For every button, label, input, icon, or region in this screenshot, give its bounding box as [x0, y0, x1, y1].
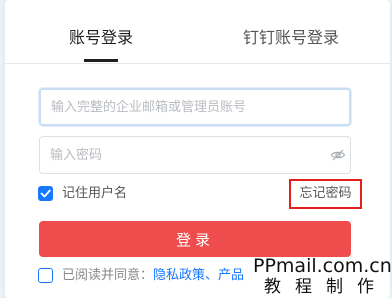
privacy-policy-link[interactable]: 隐私政策、产品 — [153, 268, 244, 283]
watermark-line2: 教程制作 — [264, 277, 388, 297]
login-button[interactable]: 登录 — [39, 221, 351, 257]
forgot-password-link[interactable]: 忘记密码 — [289, 179, 362, 209]
active-tab-indicator — [84, 59, 118, 62]
agree-prefix: 已阅读并同意： — [62, 268, 154, 283]
login-tabs: 账号登录 钉钉账号登录 — [5, 0, 390, 64]
tab-account-login[interactable]: 账号登录 — [69, 26, 133, 50]
agree-text: 已阅读并同意：隐私政策、产品 — [62, 266, 244, 285]
agree-checkbox[interactable] — [38, 268, 53, 283]
tab-dingtalk-login[interactable]: 钉钉账号登录 — [243, 26, 339, 50]
login-card: 账号登录 钉钉账号登录 记住用户名 忘记密码 登录 已阅读并同意：隐私政策、产品 — [5, 0, 390, 298]
check-icon — [40, 189, 51, 198]
watermark: PPmail.com.cn 教程制作 — [253, 255, 392, 298]
remember-label: 记住用户名 — [62, 186, 128, 201]
eye-slash-icon[interactable] — [330, 147, 346, 163]
watermark-line1: PPmail.com.cn — [253, 255, 392, 277]
remember-checkbox[interactable] — [38, 186, 53, 201]
email-input[interactable] — [39, 88, 351, 126]
password-input[interactable] — [39, 136, 351, 174]
